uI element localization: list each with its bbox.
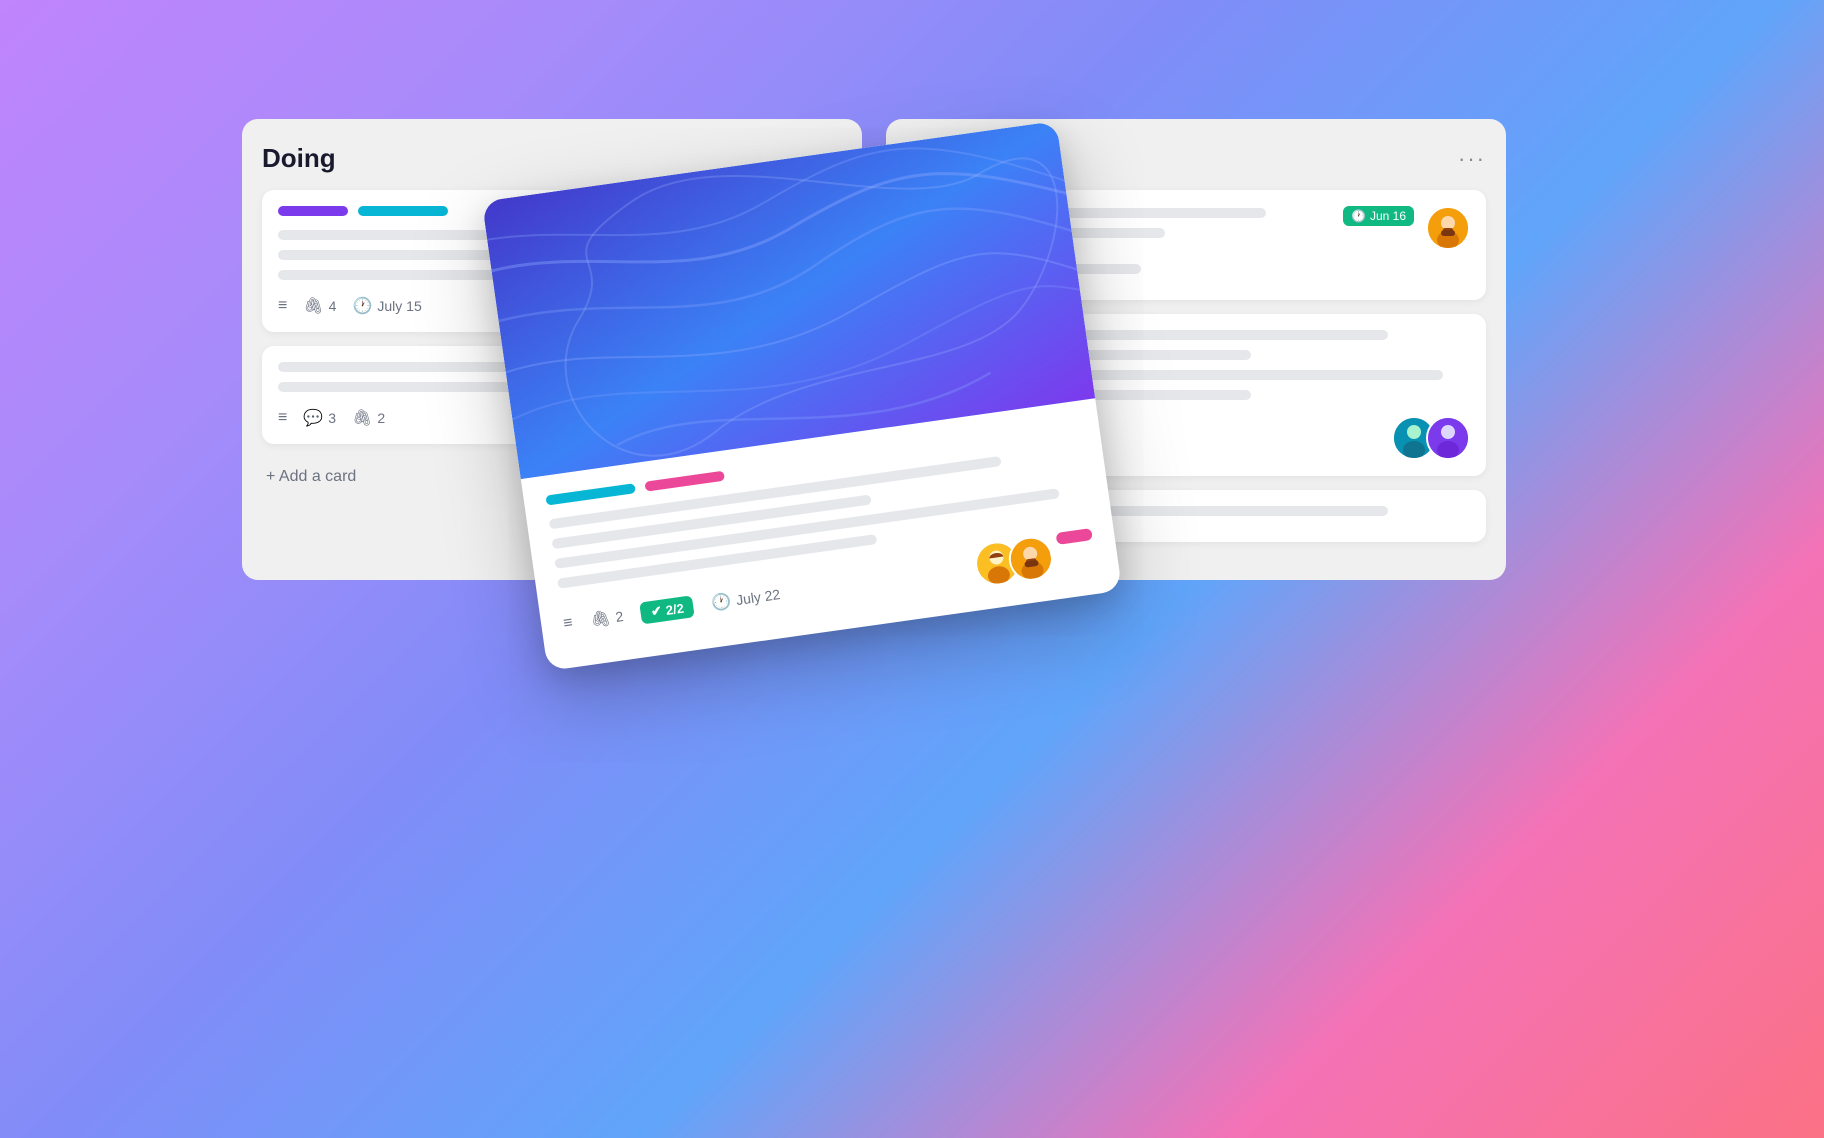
card-2-menu-icon: ≡ [278,409,287,427]
check-icon-dragged: ✔ [650,603,663,620]
clock-icon-dragged: 🕐 [710,591,733,614]
attachment-icon-dragged: 🖇 [589,608,612,631]
add-card-label: + Add a card [266,468,356,486]
clock-icon-done: 🕐 [1351,209,1366,223]
done-more-button[interactable]: ··· [1458,146,1486,172]
card-1-line-3 [278,270,497,280]
card-1-date: 🕐 July 15 [352,296,421,316]
pink-dot [1056,528,1093,545]
menu-icon-dragged: ≡ [562,614,574,633]
menu-icon: ≡ [278,297,287,315]
tag-purple [278,206,348,216]
dragged-attachments: 🖇 2 [589,606,625,630]
dragged-avatars [972,528,1097,588]
comment-icon: 💬 [303,408,323,428]
dragged-tag-cyan [545,483,636,505]
avatar-bearded [1426,206,1470,250]
menu-icon-2: ≡ [278,409,287,427]
date-badge-jun16: 🕐 Jun 16 [1343,206,1414,226]
check-badge-2-2: ✔ 2/2 [640,595,696,624]
dragged-card[interactable]: ≡ 🖇 2 ✔ 2/2 🕐 July 22 [482,121,1122,671]
scene: Doing ··· ≡ 🖇 4 [212,79,1612,1059]
card-2-comments: 💬 3 [303,408,336,428]
done-2-avatars [1392,416,1470,460]
attachment-icon-2: 🖇 [352,408,372,428]
clock-icon: 🕐 [352,296,372,316]
card-1-menu-icon: ≡ [278,297,287,315]
dragged-tag-pink [644,471,725,492]
card-2-attachments: 🖇 2 [352,408,385,428]
dragged-menu-icon: ≡ [562,614,574,633]
avatar-light [1426,416,1470,460]
tag-cyan [358,206,448,216]
column-title-doing: Doing [262,143,336,174]
dragged-date: 🕐 July 22 [710,584,781,613]
card-1-attachment: 🖇 4 [303,296,336,316]
attachment-icon: 🖇 [303,296,323,316]
